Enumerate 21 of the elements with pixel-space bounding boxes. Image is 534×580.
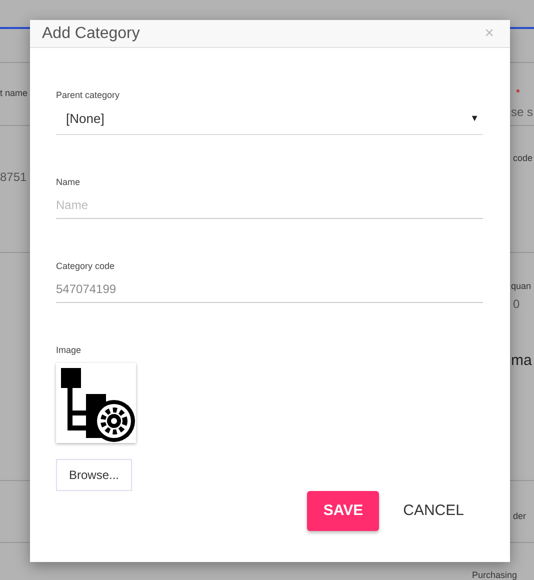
required-mark: * — [516, 88, 520, 99]
field-label: quan — [511, 282, 532, 292]
cancel-button[interactable]: CANCEL — [401, 490, 466, 531]
field-label: Category code — [56, 260, 115, 273]
field-label: der — [513, 512, 526, 522]
field-label: Name — [56, 176, 80, 188]
field-value: 0 — [513, 298, 520, 312]
dialog-title: Add Category — [42, 24, 140, 44]
field-label: code — [513, 154, 533, 164]
input-field[interactable]: Name — [56, 194, 483, 218]
browse-button[interactable]: Browse... — [56, 458, 132, 490]
field-label: Parent category — [56, 89, 120, 102]
section-heading: ma — [511, 353, 532, 370]
field-label: t name — [0, 89, 28, 99]
select-field[interactable]: [None] ▼ — [56, 106, 483, 134]
input-field[interactable]: 547074199 — [56, 278, 483, 302]
field-label: Image — [56, 344, 82, 357]
field-value: se s — [511, 106, 534, 120]
field-value: 8751 — [0, 171, 27, 184]
save-button[interactable]: SAVE — [307, 490, 380, 531]
field-label: Purchasing — [472, 571, 518, 580]
